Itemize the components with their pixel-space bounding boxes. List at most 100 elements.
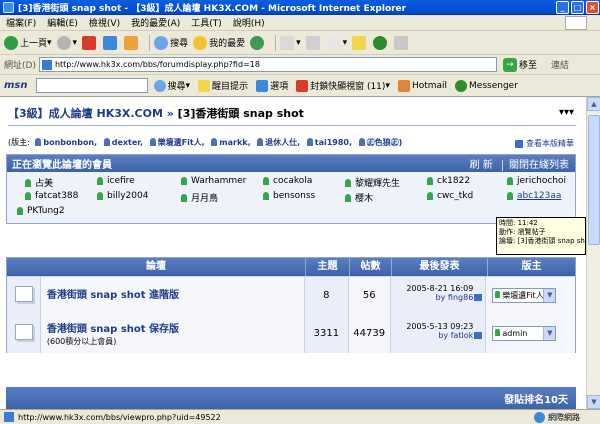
print-button[interactable]	[305, 35, 322, 50]
hotmail-button[interactable]: Hotmail	[397, 79, 447, 92]
minimize-button[interactable]: _	[556, 1, 569, 14]
favorites-button[interactable]: 我的最愛	[193, 35, 245, 50]
maximize-button[interactable]: □	[571, 1, 584, 14]
menu-file[interactable]: 檔案(F)	[6, 16, 36, 29]
moderator-link[interactable]: dexter,	[112, 138, 143, 147]
online-user[interactable]: ck1822	[427, 176, 470, 186]
online-user[interactable]: 櫻木	[345, 191, 373, 204]
moderator-cell: 樂壇遺Fit人 ▼	[486, 277, 575, 315]
stop-button[interactable]	[82, 35, 98, 50]
user-icon	[97, 192, 103, 200]
close-online-list-link[interactable]: 關閉在綫列表	[509, 160, 569, 171]
chevron-down-icon[interactable]: ▼	[543, 289, 556, 302]
online-user-hovered[interactable]: abc123aa	[507, 191, 561, 201]
moderator-select[interactable]: admin ▼	[492, 326, 557, 341]
last-post-author[interactable]: by fing86	[391, 293, 474, 302]
go-to-last-post-icon[interactable]	[474, 332, 483, 339]
topics-count: 8	[304, 277, 349, 315]
mail-button[interactable]: ▾	[280, 35, 301, 50]
refresh-link[interactable]: 刷 新	[470, 160, 493, 171]
forum-link[interactable]: 香港街頭 snap shot 保存版	[47, 320, 298, 335]
digest-icon	[515, 139, 523, 148]
moderator-link[interactable]: bonbonbon,	[43, 138, 97, 147]
online-user[interactable]: billy2004	[97, 191, 148, 201]
msn-search-button[interactable]: 搜尋 ▾	[153, 79, 190, 92]
scroll-down-arrow-icon[interactable]: ▼	[587, 395, 600, 409]
online-user[interactable]: 占美	[25, 176, 53, 189]
menu-view[interactable]: 檢視(V)	[89, 16, 120, 29]
msn-logo[interactable]: msn	[4, 80, 28, 91]
go-to-last-post-icon[interactable]	[474, 294, 483, 301]
vertical-scrollbar[interactable]: ▲ ▼	[586, 97, 600, 409]
highlight-button[interactable]: 醒目提示	[198, 79, 248, 92]
moderator-link[interactable]: markk,	[219, 138, 250, 147]
close-button[interactable]: ×	[586, 1, 599, 14]
view-digest-link[interactable]: 查看本版精華	[515, 138, 574, 149]
scrollbar-thumb[interactable]	[588, 115, 600, 245]
research-button[interactable]	[394, 35, 410, 50]
moderator-link[interactable]: ㊣色狼㊣)	[367, 138, 403, 147]
online-user[interactable]: cwc_tkd	[427, 191, 473, 201]
edit-button[interactable]: ▾	[326, 35, 347, 50]
msn-toolbar: msn 搜尋 ▾ 醒目提示 選項 封鎖快顯視窗 (11) ▾ Hotmail M…	[0, 75, 600, 97]
home-button[interactable]	[124, 35, 140, 50]
menu-favorites[interactable]: 我的最愛(A)	[131, 16, 180, 29]
home-icon	[124, 35, 139, 50]
mail-icon	[280, 35, 295, 50]
moderator-link[interactable]: 樂壇遺Fit人,	[158, 138, 205, 147]
scroll-up-arrow-icon[interactable]: ▲	[587, 97, 600, 111]
menu-tools[interactable]: 工具(T)	[191, 16, 222, 29]
edit-document-icon	[326, 35, 341, 50]
back-button[interactable]: 上一頁 ▾	[4, 35, 52, 50]
posts-count: 56	[348, 277, 391, 315]
table-row: 香港街頭 snap shot 保存版 (600積分以上會員) 3311 4473…	[7, 314, 575, 353]
menu-edit[interactable]: 編輯(E)	[47, 16, 78, 29]
online-user[interactable]: 黎耀輝先生	[345, 176, 400, 189]
moderator-select[interactable]: 樂壇遺Fit人 ▼	[492, 288, 557, 303]
menu-help[interactable]: 說明(H)	[233, 16, 265, 29]
online-user[interactable]: jerichochoi	[507, 176, 566, 186]
breadcrumb-forum-link[interactable]: 【3級】成人論壇 HK3X.COM	[8, 107, 163, 120]
forward-button[interactable]: ▾	[56, 35, 77, 50]
online-user[interactable]: bensonss	[263, 191, 315, 201]
go-button[interactable]: → 移至	[502, 57, 537, 72]
address-label: 網址(D)	[4, 61, 36, 71]
search-button[interactable]: 搜尋	[154, 35, 188, 50]
online-user[interactable]: PKTung2	[17, 206, 65, 216]
divider	[8, 125, 576, 126]
popup-blocker-button[interactable]: 封鎖快顯視窗 (11) ▾	[296, 79, 390, 92]
user-icon	[17, 207, 23, 215]
online-user[interactable]: Warhammer	[181, 176, 246, 186]
online-panel-title: 正在瀏覽此論壇的會員	[12, 160, 112, 171]
folder-icon	[352, 35, 367, 50]
table-row: 香港街頭 snap shot 進階版 8 56 2005-8-21 16:09 …	[7, 276, 575, 315]
page-icon	[4, 412, 14, 422]
messenger-button[interactable]	[373, 35, 389, 50]
go-arrow-icon: →	[502, 57, 517, 72]
msn-search-input[interactable]	[35, 78, 148, 93]
options-button[interactable]: 選項	[256, 79, 288, 92]
user-icon	[507, 192, 513, 200]
links-button[interactable]: 連結	[551, 58, 569, 71]
address-input[interactable]: http://www.hk3x.com/bbs/forumdisplay.php…	[38, 57, 497, 72]
forum-link[interactable]: 香港街頭 snap shot 進階版	[47, 286, 298, 301]
refresh-button[interactable]	[103, 35, 119, 50]
discuss-button[interactable]	[352, 35, 368, 50]
online-user[interactable]: fatcat388	[25, 191, 78, 201]
moderator-link[interactable]: tai1980,	[315, 138, 352, 147]
online-user[interactable]: cocakola	[263, 176, 312, 186]
messenger-link[interactable]: Messenger	[455, 79, 518, 92]
last-post-author[interactable]: by fatlok	[391, 331, 473, 340]
user-icon	[211, 138, 218, 146]
user-icon	[25, 178, 31, 187]
online-user[interactable]: icefire	[97, 176, 135, 186]
media-button[interactable]	[250, 35, 266, 50]
last-post-cell: 2005-8-21 16:09 by fing86	[390, 277, 487, 315]
toolbar-separator	[275, 34, 277, 51]
chevron-down-icon[interactable]: ▼	[543, 327, 556, 340]
moderator-link[interactable]: 退休人仕,	[265, 138, 300, 147]
jump-menu-icon[interactable]: ▾▾▾	[559, 107, 574, 118]
table-header: 論壇 主題 帖數 最後發表 版主	[7, 258, 575, 276]
online-user[interactable]: 月月鳥	[181, 191, 218, 204]
subforum-table: 論壇 主題 帖數 最後發表 版主 香港街頭 snap shot 進階版 8 56…	[6, 257, 576, 353]
